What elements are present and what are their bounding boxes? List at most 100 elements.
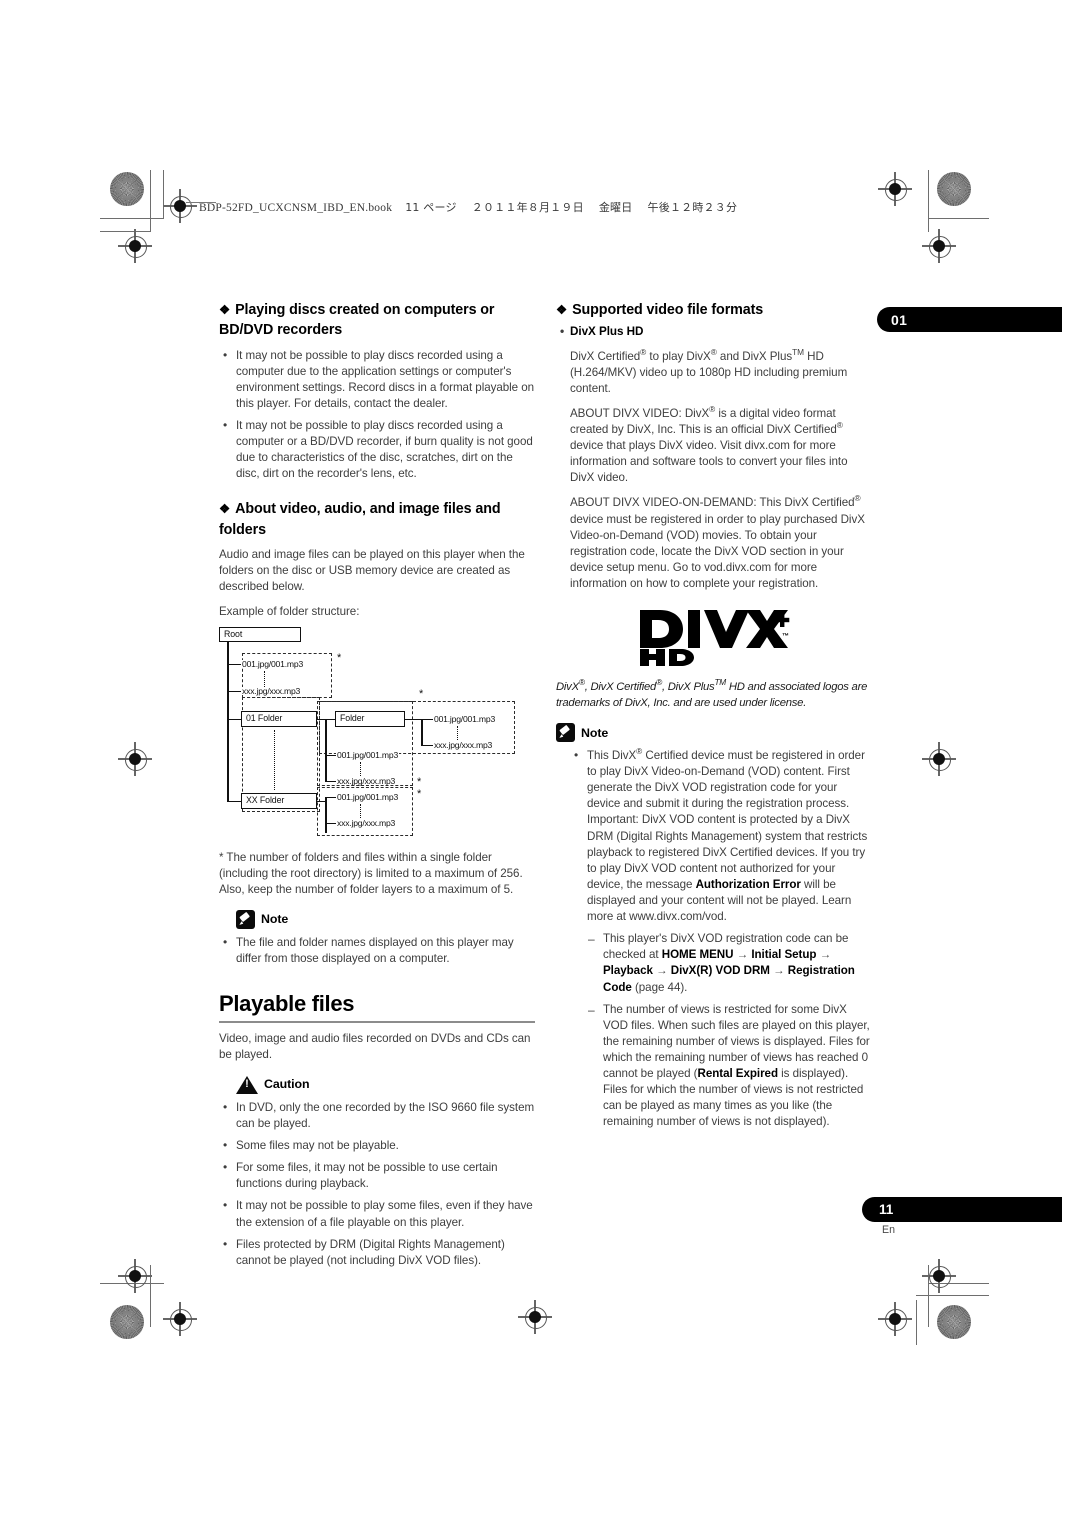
- diamond-bullet-icon: ❖: [219, 502, 231, 517]
- registration-mark-right-upper: [922, 229, 956, 263]
- divx-certified-paragraph: DivX Certified® to play DivX® and DivX P…: [570, 346, 848, 395]
- note-header: Note: [236, 909, 535, 929]
- registration-mark-bottom-right: [878, 1302, 912, 1336]
- diagram-branch-xxfolder: [227, 800, 241, 802]
- crop-line-tr-v1: [928, 170, 930, 232]
- diagram-branch-01folder: [227, 718, 241, 720]
- diagram-box-01-folder: 01 Folder: [241, 710, 317, 727]
- about-divx-vod-paragraph: ABOUT DIVX VIDEO-ON-DEMAND: This DivX Ce…: [570, 493, 865, 590]
- warning-triangle-icon: [236, 1075, 258, 1094]
- left-column: ❖ Playing discs created on computers or B…: [219, 300, 535, 1278]
- print-slug: BDP-52FD_UCXCNSM_IBD_EN.book 11 ページ ２０１１…: [199, 199, 737, 215]
- note-bullet-list: The file and folder names displayed on t…: [219, 934, 535, 967]
- menu-path-playback: Playback: [603, 964, 653, 978]
- caution-label: Caution: [264, 1077, 310, 1092]
- caution-bullet-list: In DVD, only the one recorded by the ISO…: [219, 1099, 535, 1269]
- divx-vod-subnote-list: This player's DivX VOD registration code…: [556, 931, 872, 1130]
- chapter-number: 01: [891, 311, 908, 328]
- diagram-file-label: 001.jpg/001.mp3: [433, 713, 497, 724]
- list-item: In DVD, only the one recorded by the ISO…: [219, 1099, 535, 1132]
- diagram-trunk-root: [227, 641, 229, 801]
- arrow-icon: →: [733, 948, 752, 962]
- crop-line-tl-h1: [100, 218, 164, 220]
- diagram-trunk-xxfolder: [325, 796, 327, 833]
- diagram-vertical-dots: [360, 761, 361, 776]
- diagram-connector-01folder: [317, 718, 326, 720]
- chapter-tab: 01: [877, 307, 1062, 332]
- registration-mark-right-middle: [922, 742, 956, 776]
- diagram-branch-root-file2: [227, 690, 241, 692]
- arrow-icon: →: [769, 964, 788, 978]
- pencil-note-icon: [236, 909, 255, 929]
- diagram-file-label: xxx.jpg/xxx.mp3: [336, 817, 397, 828]
- section-heading-about-files: ❖ About video, audio, and image files and…: [219, 501, 501, 538]
- diagram-star-marker: *: [337, 651, 342, 664]
- list-item: This player's DivX VOD registration code…: [586, 931, 872, 995]
- registration-mark-bottom-left: [163, 1302, 197, 1336]
- diagram-file-label: xxx.jpg/xxx.mp3: [241, 685, 302, 696]
- list-item-subhead: DivX Plus HD: [556, 323, 872, 340]
- note-label: Note: [581, 725, 609, 740]
- list-item: This DivX® Certified device must be regi…: [570, 747, 872, 925]
- section-heading-video-formats: ❖ Supported video file formats: [556, 302, 764, 318]
- menu-path-home-menu: HOME MENU: [661, 948, 734, 962]
- diagram-connector-subfolder: [405, 718, 422, 720]
- svg-text:™: ™: [782, 633, 789, 640]
- list-item: Some files may not be playable.: [219, 1137, 535, 1154]
- diagram-file-label: xxx.jpg/xxx.mp3: [433, 739, 494, 750]
- diagram-trunk-01folder: [325, 718, 327, 781]
- crop-line-tl-v1: [150, 170, 152, 232]
- trademark-mark: TM: [792, 346, 804, 357]
- diagram-branch-deep-file2: [421, 744, 433, 746]
- diagram-vertical-dots: [274, 729, 275, 790]
- diagram-file-label: xxx.jpg/xxx.mp3: [336, 775, 397, 786]
- registration-mark-right-lower: [922, 1259, 956, 1293]
- page-title: Playable files: [219, 991, 355, 1017]
- list-item: The file and folder names displayed on t…: [219, 934, 535, 967]
- registration-mark-left-middle: [118, 742, 152, 776]
- crop-line-br-h2: [916, 1295, 989, 1297]
- diagram-box-root: Root: [219, 626, 301, 642]
- diagram-branch-subfolder: [326, 718, 335, 720]
- divx-plus-hd-logo: ™: [556, 608, 872, 667]
- section-heading-playing-discs: ❖ Playing discs created on computers or B…: [219, 302, 495, 339]
- list-item: Files protected by DRM (Digital Rights M…: [219, 1236, 535, 1269]
- slug-weekday: 金曜日: [598, 201, 633, 214]
- diagram-star-marker: *: [417, 787, 422, 800]
- diagram-file-label: 001.jpg/001.mp3: [241, 658, 305, 669]
- playing-discs-bullet-list: It may not be possible to play discs rec…: [219, 347, 535, 483]
- slug-date: ２０１１年８月１９日: [471, 201, 584, 214]
- divx-plus-hd-logo-graphic: ™: [640, 610, 790, 667]
- slug-filename: BDP-52FD_UCXCNSM_IBD_EN.book: [199, 202, 393, 214]
- title-rule: [219, 1021, 535, 1023]
- playable-files-heading-block: Playable files: [219, 991, 535, 1023]
- list-item: It may not be possible to play discs rec…: [219, 417, 535, 482]
- divx-trademark-notice: DivX®, DivX Certified®, DivX PlusTM HD a…: [556, 677, 868, 709]
- slug-time: 午後１２時２３分: [647, 201, 738, 214]
- diagram-star-marker: *: [419, 687, 424, 700]
- folder-structure-diagram: Root 001.jpg/001.mp3 xxx.jpg/xxx.mp3 * 0…: [219, 626, 535, 842]
- diagram-box-subfolder: Folder: [335, 710, 405, 727]
- registered-mark: ®: [836, 420, 843, 431]
- about-files-paragraph: Audio and image files can be played on t…: [219, 548, 525, 594]
- trademark-mark: TM: [714, 677, 726, 688]
- halftone-target-bottom-right: [937, 1305, 971, 1339]
- rental-expired-keyword: Rental Expired: [697, 1067, 779, 1081]
- divx-plus-hd-subhead-list: DivX Plus HD: [556, 323, 872, 340]
- menu-path-initial-setup: Initial Setup: [751, 948, 817, 962]
- diagram-star-marker: *: [417, 775, 422, 788]
- diagram-vertical-dots: [457, 725, 458, 740]
- right-column: ❖Supported video file formats DivX Plus …: [556, 300, 872, 1140]
- note-header: Note: [556, 723, 872, 743]
- about-divx-video-paragraph: ABOUT DIVX VIDEO: DivX® is a digital vid…: [570, 404, 848, 485]
- list-item: It may not be possible to play discs rec…: [219, 347, 535, 412]
- page-language-code: En: [882, 1224, 895, 1236]
- registration-mark-bottom-center: [518, 1300, 552, 1334]
- page-number: 11: [879, 1202, 894, 1217]
- halftone-target-bottom-left: [110, 1305, 144, 1339]
- list-item: The number of views is restricted for so…: [586, 1002, 872, 1131]
- diagram-vertical-dots: [264, 670, 265, 687]
- registration-mark-left-upper: [118, 229, 152, 263]
- diagram-branch-deep-file1: [421, 718, 433, 720]
- slug-page-label: 11 ページ: [405, 201, 457, 214]
